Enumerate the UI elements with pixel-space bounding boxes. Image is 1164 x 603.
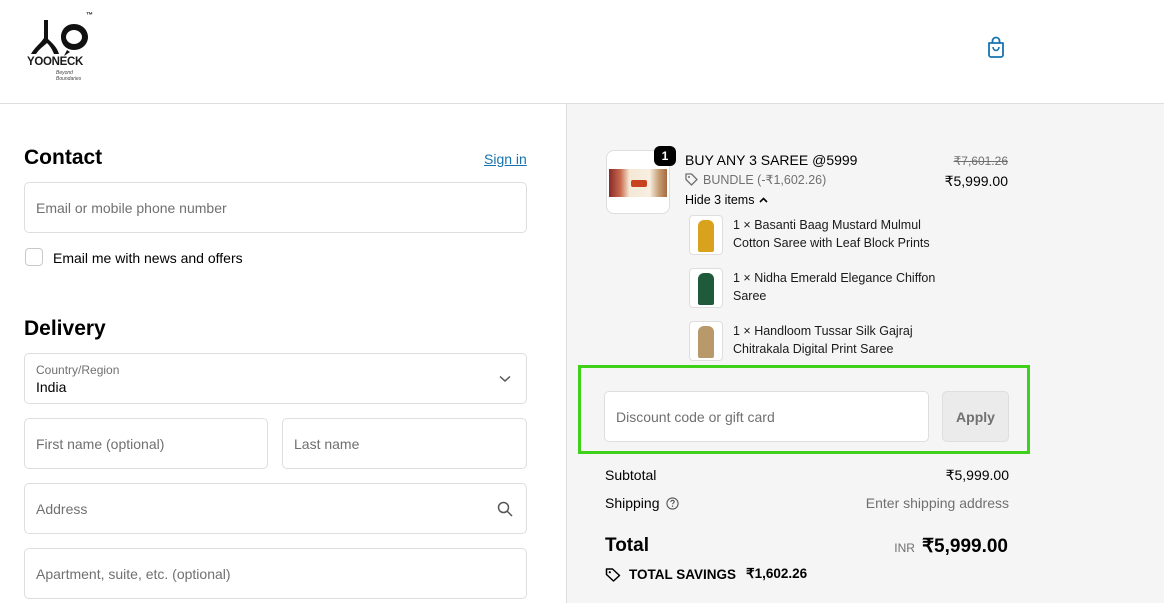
- currency-code: INR: [894, 541, 915, 555]
- savings-label: TOTAL SAVINGS: [629, 566, 737, 582]
- sign-in-link[interactable]: Sign in: [484, 151, 527, 167]
- apartment-field[interactable]: Apartment, suite, etc. (optional): [24, 548, 527, 599]
- trademark-symbol: ™: [86, 12, 93, 19]
- original-price: ₹7,601.26: [953, 154, 1008, 168]
- country-label: Country/Region: [36, 363, 120, 377]
- final-price: ₹5,999.00: [944, 173, 1008, 189]
- shipping-label-group: Shipping: [605, 495, 679, 511]
- address-field[interactable]: Address: [24, 483, 527, 534]
- discount-input[interactable]: Discount code or gift card: [604, 391, 929, 442]
- shopping-bag-icon[interactable]: [985, 36, 1007, 58]
- hide-items-toggle[interactable]: Hide 3 items: [685, 193, 769, 207]
- apartment-placeholder: Apartment, suite, etc. (optional): [36, 566, 231, 582]
- address-placeholder: Address: [36, 501, 88, 517]
- brand-name: YOONECK: [27, 56, 84, 68]
- quantity-badge: 1: [654, 146, 676, 166]
- site-header: ™ YOONECK Beyond Boundaries: [0, 0, 1164, 104]
- help-circle-icon[interactable]: [665, 496, 679, 510]
- newsletter-checkbox[interactable]: [25, 248, 43, 266]
- delivery-heading: Delivery: [24, 317, 106, 340]
- saree-image: [689, 268, 723, 308]
- total-value: ₹5,999.00: [921, 536, 1008, 557]
- shipping-value: Enter shipping address: [865, 495, 1009, 511]
- first-name-placeholder: First name (optional): [36, 436, 165, 452]
- list-item-label: 1 × Nidha Emerald Elegance Chiffon Saree: [733, 271, 936, 303]
- order-summary-panel: 1 BUY ANY 3 SAREE @5999 BUNDLE (-₹1,602.…: [566, 104, 1164, 603]
- chevron-up-icon: [759, 197, 769, 203]
- list-item-label: 1 × Basanti Baag Mustard Mulmul Cotton S…: [733, 218, 930, 250]
- search-icon: [497, 501, 513, 517]
- total-savings: TOTAL SAVINGS ₹1,602.26: [605, 566, 807, 582]
- savings-value: ₹1,602.26: [746, 566, 808, 581]
- tag-icon: [685, 173, 698, 186]
- last-name-placeholder: Last name: [294, 436, 360, 452]
- saree-image: [689, 215, 723, 255]
- discount-placeholder: Discount code or gift card: [616, 409, 775, 425]
- hide-items-label: Hide 3 items: [685, 193, 755, 207]
- tag-icon: [605, 567, 621, 582]
- total-amount: INR ₹5,999.00: [894, 535, 1008, 558]
- checkout-form-panel: Contact Sign in Email or mobile phone nu…: [0, 104, 566, 603]
- subtotal-label: Subtotal: [605, 467, 657, 483]
- shipping-label: Shipping: [605, 495, 660, 511]
- saree-image: [689, 321, 723, 361]
- bundle-label: BUNDLE (-₹1,602.26): [703, 173, 827, 187]
- brand-tagline: Beyond Boundaries: [56, 70, 82, 82]
- country-select[interactable]: Country/Region India: [24, 353, 527, 404]
- last-name-field[interactable]: Last name: [282, 418, 527, 469]
- country-value: India: [36, 379, 67, 395]
- bundle-discount: BUNDLE (-₹1,602.26): [685, 172, 826, 187]
- logo-mark-icon: [31, 20, 88, 56]
- email-placeholder: Email or mobile phone number: [36, 200, 227, 216]
- first-name-field[interactable]: First name (optional): [24, 418, 268, 469]
- list-item-label: 1 × Handloom Tussar Silk Gajraj Chitraka…: [733, 324, 913, 356]
- product-title: BUY ANY 3 SAREE @5999: [685, 152, 858, 168]
- brand-logo[interactable]: ™ YOONECK Beyond Boundaries: [26, 12, 96, 82]
- total-label: Total: [605, 535, 649, 556]
- newsletter-label: Email me with news and offers: [53, 250, 243, 266]
- apply-button[interactable]: Apply: [942, 391, 1009, 442]
- subtotal-value: ₹5,999.00: [945, 467, 1009, 483]
- contact-heading: Contact: [24, 146, 103, 169]
- chevron-down-icon: [499, 375, 511, 383]
- email-field[interactable]: Email or mobile phone number: [24, 182, 527, 233]
